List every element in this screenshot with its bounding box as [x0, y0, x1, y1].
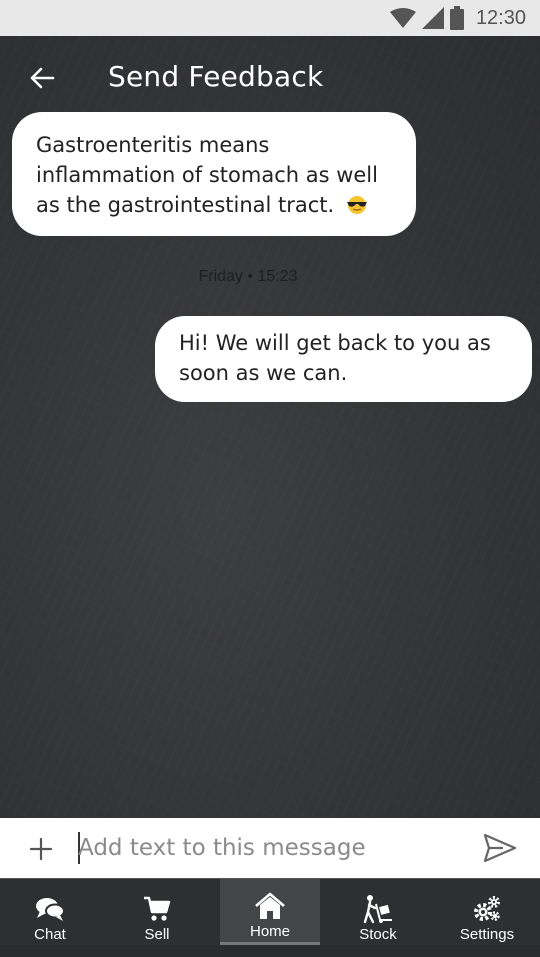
send-button[interactable]	[480, 830, 520, 866]
message-text: Gastroenteritis means inflammation of st…	[36, 133, 378, 217]
status-time: 12:30	[475, 6, 526, 29]
wifi-icon	[389, 8, 416, 28]
sunglasses-emoji-icon	[347, 196, 368, 214]
nav-item-sell[interactable]: Sell	[107, 879, 207, 945]
nav-label: Chat	[34, 926, 66, 943]
chat-icon	[34, 894, 66, 924]
plus-icon	[29, 837, 53, 861]
add-attachment-button[interactable]	[26, 834, 56, 864]
nav-item-stock[interactable]: Stock	[328, 879, 428, 945]
battery-icon	[449, 6, 464, 30]
nav-item-settings[interactable]: Settings	[437, 879, 537, 945]
nav-item-home[interactable]: Home	[220, 879, 320, 945]
message-composer	[0, 818, 540, 878]
hand-truck-icon	[362, 894, 394, 924]
home-icon	[254, 891, 286, 921]
status-icons: 12:30	[389, 6, 526, 30]
arrow-left-icon	[30, 67, 55, 89]
bottom-navigation: Chat Sell Home Stock Settings	[0, 878, 540, 957]
gears-icon	[471, 894, 503, 924]
back-button[interactable]	[22, 58, 62, 98]
message-timestamp: Friday • 15:23	[198, 268, 298, 285]
header: Send Feedback	[0, 36, 540, 116]
page-title: Send Feedback	[108, 60, 324, 93]
nav-label: Home	[249, 923, 290, 940]
nav-item-chat[interactable]: Chat	[0, 879, 100, 945]
nav-label: Settings	[459, 926, 515, 943]
message-input[interactable]	[78, 828, 458, 868]
status-bar: 12:30	[0, 0, 540, 36]
nav-bottom-strip	[0, 945, 540, 957]
nav-label: Stock	[359, 926, 397, 943]
chat-area: Send Feedback Gastroenteritis means infl…	[0, 36, 540, 818]
message-text: Hi! We will get back to you as soon as w…	[179, 331, 491, 385]
send-icon	[483, 833, 517, 863]
nav-label: Sell	[144, 926, 170, 943]
cart-icon	[141, 894, 173, 924]
signal-icon	[421, 7, 444, 29]
message-bubble-sent: Hi! We will get back to you as soon as w…	[155, 316, 532, 402]
message-bubble-received: Gastroenteritis means inflammation of st…	[12, 112, 416, 236]
